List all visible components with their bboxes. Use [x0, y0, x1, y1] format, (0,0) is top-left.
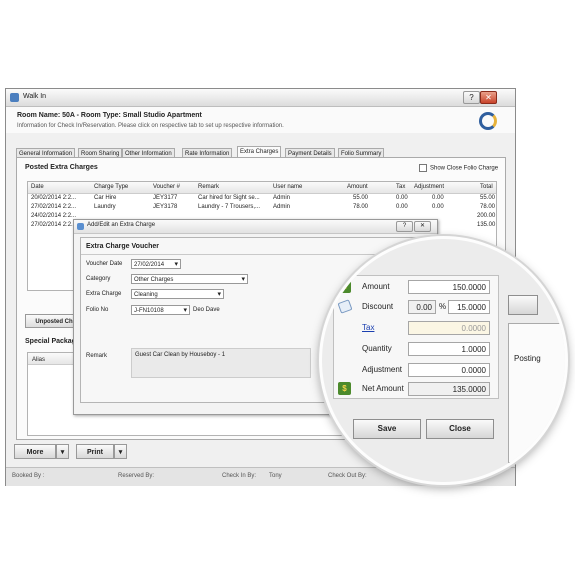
remark-field[interactable]: Guest Car Clean by Houseboy - 1: [131, 348, 311, 378]
discount-amount-field[interactable]: 15.0000: [448, 300, 490, 314]
window-title: Walk In: [23, 93, 47, 100]
tax-link[interactable]: Tax: [362, 323, 374, 332]
adjustment-label: Adjustment: [362, 365, 403, 374]
adjustment-field[interactable]: 0.0000: [408, 363, 490, 377]
net-amount-label: Net Amount: [362, 384, 404, 393]
column-header[interactable]: Total: [480, 184, 493, 190]
show-close-folio-label: Show Close Folio Charge: [430, 165, 499, 172]
quantity-field[interactable]: 1.0000: [408, 342, 490, 356]
column-header[interactable]: Amount: [347, 184, 368, 190]
close-icon[interactable]: ✕: [480, 91, 497, 104]
discount-icon: [337, 299, 353, 314]
percent-sign: %: [439, 302, 447, 311]
posting-column-header: Posting: [514, 354, 541, 363]
logo-icon: [479, 112, 497, 130]
room-title: Room Name: 50A - Room Type: Small Studio…: [17, 112, 202, 119]
check-in-user: Tony: [269, 473, 282, 479]
folio-guest-name: Deo Dave: [193, 307, 220, 313]
cell-adjustment: 0.00: [432, 195, 444, 201]
help-icon[interactable]: ?: [463, 91, 480, 104]
table-row[interactable]: 20/02/2014 2:2... Car Hire JEY3177 Car h…: [28, 195, 496, 204]
app-icon: [10, 93, 19, 102]
cell-tax: 0.00: [396, 204, 408, 210]
print-button[interactable]: Print: [76, 444, 114, 459]
more-dropdown-icon[interactable]: ▾: [56, 444, 69, 459]
help-icon[interactable]: ?: [396, 221, 413, 232]
save-button[interactable]: Save: [353, 419, 421, 439]
cell-type: Laundry: [94, 204, 116, 210]
folio-label: Folio No: [86, 307, 109, 313]
amount-field[interactable]: 150.0000: [408, 280, 490, 294]
magnifier-zoom: Posting $ Amount 150.0000 Discount 0.00 …: [319, 236, 568, 485]
cell-amount: 55.00: [353, 195, 369, 201]
quantity-label: Quantity: [362, 344, 392, 353]
money-icon: $: [338, 382, 351, 395]
discount-percent-field[interactable]: 0.00: [408, 300, 436, 314]
cell-total: 78.00: [480, 204, 496, 210]
special-package-title: Special Package: [25, 338, 80, 345]
net-amount-field: 135.0000: [408, 382, 490, 396]
info-header: Room Name: 50A - Room Type: Small Studio…: [6, 107, 515, 133]
extra-charge-label: Extra Charge: [86, 291, 122, 297]
cell-voucher: JEY3178: [153, 204, 178, 210]
booked-by-label: Booked By :: [12, 473, 45, 479]
column-header[interactable]: Charge Type: [94, 184, 128, 190]
posted-charges-title: Posted Extra Charges: [25, 164, 98, 171]
remark-label: Remark: [86, 353, 108, 359]
check-out-by-label: Check Out By:: [328, 473, 367, 479]
column-header[interactable]: Tax: [396, 184, 405, 190]
cell-total: 55.00: [480, 195, 496, 201]
category-label: Category: [86, 276, 111, 282]
checkbox-box[interactable]: [419, 164, 427, 172]
cell-total: 135.00: [477, 222, 496, 228]
info-text: Information for Check In/Reservation. Pl…: [17, 123, 284, 129]
folio-select[interactable]: J-FN10108: [131, 305, 190, 316]
cell-date: 27/02/2014 2:2...: [31, 222, 77, 228]
voucher-group-title: Extra Charge Voucher: [86, 243, 160, 250]
zoom-side-button: [508, 295, 538, 315]
cell-total: 200.00: [477, 213, 496, 219]
column-header[interactable]: Date: [31, 184, 44, 190]
discount-label: Discount: [362, 302, 394, 311]
column-header-alias[interactable]: Alias: [32, 357, 45, 363]
dialog-icon: [77, 223, 84, 230]
more-button[interactable]: More: [14, 444, 56, 459]
cell-user: Admin: [273, 195, 291, 201]
tax-field: 0.0000: [408, 321, 490, 335]
table-row[interactable]: 27/02/2014 2:2... Laundry JEY3178 Laundr…: [28, 204, 496, 213]
voucher-date-label: Voucher Date: [86, 261, 123, 267]
cell-type: Car Hire: [94, 195, 117, 201]
extra-charge-select[interactable]: Cleaning: [131, 289, 224, 300]
column-header[interactable]: Voucher #: [153, 184, 180, 190]
cell-remark: Car hired for Sight se...: [198, 195, 260, 201]
column-header[interactable]: Adjustment: [414, 184, 444, 190]
show-close-folio-checkbox[interactable]: Show Close Folio Charge: [419, 164, 498, 172]
cell-amount: 78.00: [353, 204, 369, 210]
cell-date: 20/02/2014 2:2...: [31, 195, 77, 201]
cell-date: 27/02/2014 2:2...: [31, 204, 77, 210]
money-icon: $: [338, 280, 351, 293]
cell-date: 24/02/2014 2:2...: [31, 213, 77, 219]
check-in-by-label: Check In By:: [222, 473, 257, 479]
zoom-side-panel: Posting: [508, 323, 565, 463]
dialog-title: Add/Edit an Extra Charge: [87, 222, 156, 228]
column-header[interactable]: User name: [273, 184, 302, 190]
cell-adjustment: 0.00: [432, 204, 444, 210]
category-select[interactable]: Other Charges: [131, 274, 248, 285]
cell-tax: 0.00: [396, 195, 408, 201]
cell-remark: Laundry - 7 Trousers,...: [198, 204, 261, 210]
cell-voucher: JEY3177: [153, 195, 178, 201]
amount-label: Amount: [362, 282, 390, 291]
column-header[interactable]: Remark: [198, 184, 219, 190]
close-button[interactable]: Close: [426, 419, 494, 439]
zoom-amount-panel: $ Amount 150.0000 Discount 0.00 % 15.000…: [333, 275, 499, 399]
print-dropdown-icon[interactable]: ▾: [114, 444, 127, 459]
voucher-date-field[interactable]: 27/02/2014: [131, 259, 181, 270]
reserved-by-label: Reserved By:: [118, 473, 155, 479]
close-icon[interactable]: ✕: [414, 221, 431, 232]
title-bar: Walk In ? ✕: [6, 89, 515, 107]
cell-user: Admin: [273, 204, 291, 210]
